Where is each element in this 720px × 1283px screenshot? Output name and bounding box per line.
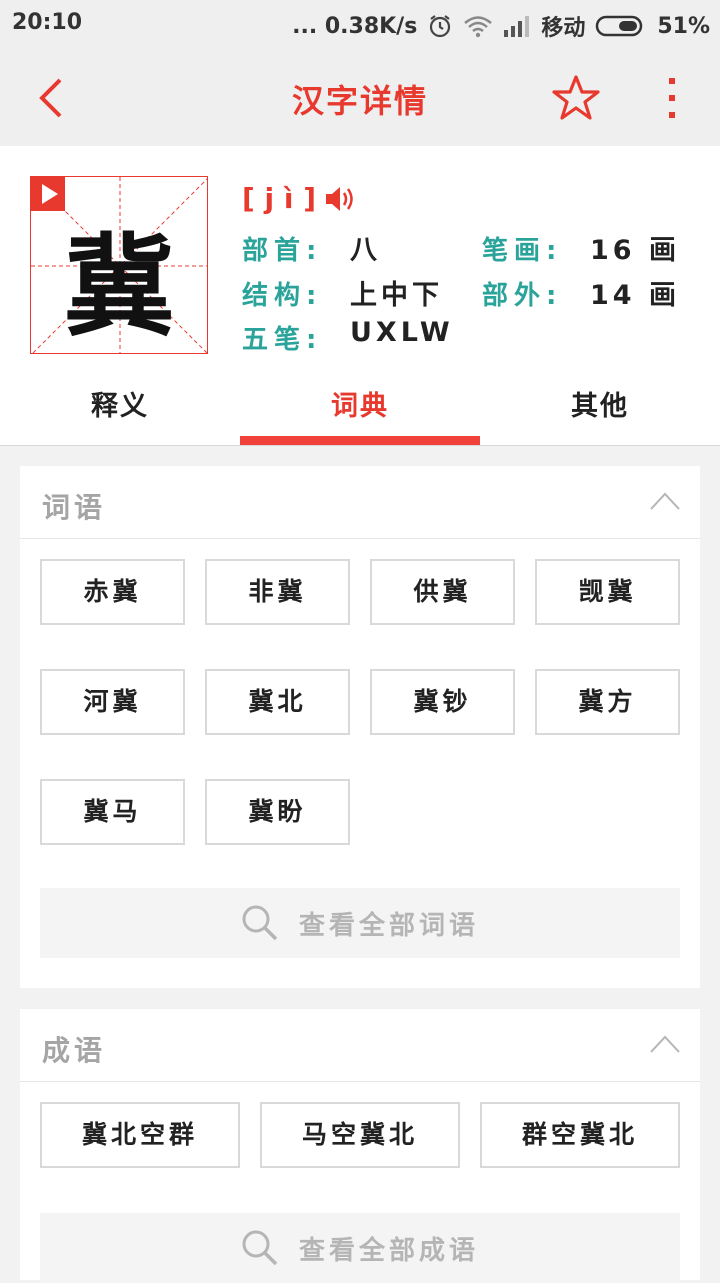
word-item[interactable]: 觊冀 [535, 559, 680, 625]
structure-value: 上中下 [350, 280, 443, 311]
word-item[interactable]: 赤冀 [40, 559, 185, 625]
top-app-bar: 汉字详情 [0, 48, 720, 147]
net-speed: ... 0.38K/s [292, 13, 418, 39]
idioms-card: 成语 冀北空群 马空冀北 群空冀北 查看全部成语 [20, 1009, 700, 1283]
search-icon [242, 1230, 278, 1266]
tab-other[interactable]: 其他 [480, 384, 720, 423]
star-icon[interactable] [552, 74, 600, 122]
pinyin-text: [ j ì ] [242, 182, 317, 215]
outer-strokes-label: 部外: [482, 281, 563, 311]
tab-dictionary[interactable]: 词典 [240, 384, 480, 423]
words-card: 词语 赤冀 非冀 供冀 觊冀 河冀 冀北 冀钞 冀方 冀马 冀盼 查看全部词语 [20, 466, 700, 988]
idioms-title: 成语 [42, 1034, 107, 1067]
tab-divider [0, 445, 720, 446]
word-item[interactable]: 非冀 [205, 559, 350, 625]
battery-percent: 51% [657, 13, 710, 39]
tab-bar: 释义 词典 其他 [0, 370, 720, 446]
status-right: ... 0.38K/s 移动 51% [292, 10, 710, 42]
word-item[interactable]: 冀马 [40, 779, 185, 845]
radical-value: 八 [350, 235, 381, 266]
battery-icon [596, 15, 643, 37]
more-vertical-icon[interactable] [662, 76, 682, 120]
wubi-value: UXLW [350, 317, 454, 348]
idiom-item[interactable]: 马空冀北 [260, 1102, 460, 1168]
view-all-words-label: 查看全部词语 [298, 910, 479, 941]
idiom-item[interactable]: 冀北空群 [40, 1102, 240, 1168]
radical-label: 部首: [242, 236, 323, 266]
strokes-value: 16 画 [590, 235, 680, 266]
chevron-up-icon[interactable] [650, 490, 680, 512]
idiom-item[interactable]: 群空冀北 [480, 1102, 680, 1168]
word-item[interactable]: 冀盼 [205, 779, 350, 845]
tab-definition[interactable]: 释义 [0, 384, 240, 423]
outer-strokes-value: 14 画 [590, 280, 680, 311]
carrier: 移动 [541, 16, 586, 41]
structure-label: 结构: [242, 281, 323, 311]
idioms-header[interactable]: 成语 [20, 1009, 700, 1082]
view-all-idioms-button[interactable]: 查看全部成语 [40, 1213, 680, 1283]
view-all-idioms-label: 查看全部成语 [298, 1235, 479, 1266]
page-title: 汉字详情 [291, 82, 428, 120]
pinyin: [ j ì ] [242, 182, 358, 215]
wifi-icon [464, 16, 493, 38]
word-item[interactable]: 冀北 [205, 669, 350, 735]
wubi-label: 五笔: [242, 325, 323, 355]
character-box: 冀 [30, 176, 208, 354]
word-item[interactable]: 供冀 [370, 559, 515, 625]
words-header[interactable]: 词语 [20, 466, 700, 539]
word-item[interactable]: 河冀 [40, 669, 185, 735]
word-item[interactable]: 冀方 [535, 669, 680, 735]
view-all-words-button[interactable]: 查看全部词语 [40, 888, 680, 958]
status-time: 20:10 [12, 10, 83, 35]
words-title: 词语 [42, 491, 107, 524]
character-glyph: 冀 [64, 222, 174, 351]
speaker-icon[interactable] [324, 184, 358, 214]
word-item[interactable]: 冀钞 [370, 669, 515, 735]
strokes-label: 笔画: [482, 236, 563, 266]
signal-icon [504, 16, 530, 37]
chevron-up-icon[interactable] [650, 1033, 680, 1055]
search-icon [242, 905, 278, 941]
status-bar: 20:10 ... 0.38K/s 移动 51% [0, 0, 720, 48]
alarm-icon [430, 15, 451, 38]
